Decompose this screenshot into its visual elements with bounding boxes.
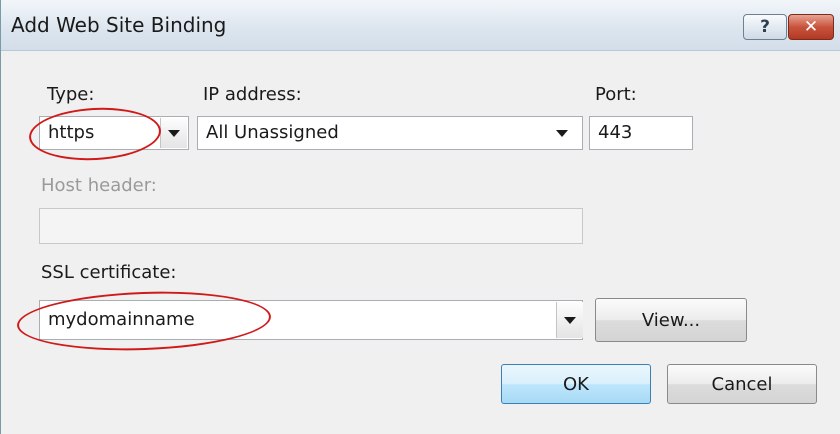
ssl-certificate-select[interactable]: mydomainname (39, 300, 583, 340)
port-label: Port: (595, 84, 637, 105)
port-value: 443 (598, 122, 633, 143)
chevron-down-icon (168, 130, 180, 137)
ip-address-value: All Unassigned (206, 122, 339, 143)
type-value: https (48, 122, 95, 143)
ok-button[interactable]: OK (501, 364, 651, 404)
host-header-input (39, 208, 583, 244)
host-header-label: Host header: (41, 175, 157, 196)
port-input[interactable]: 443 (589, 116, 693, 150)
ssl-certificate-value: mydomainname (48, 309, 195, 330)
ssl-dropdown-button[interactable] (556, 302, 583, 338)
ip-address-label: IP address: (203, 84, 302, 105)
type-select[interactable]: https (39, 116, 189, 150)
help-icon: ? (760, 17, 770, 37)
view-certificate-button[interactable]: View... (595, 298, 747, 342)
ip-address-select[interactable]: All Unassigned (197, 116, 583, 150)
close-icon: ✕ (803, 17, 819, 37)
type-label: Type: (47, 84, 95, 105)
cancel-button[interactable]: Cancel (667, 364, 817, 404)
chevron-down-icon (556, 130, 568, 137)
type-dropdown-button[interactable] (160, 118, 187, 148)
help-button[interactable]: ? (743, 14, 787, 40)
dialog-title: Add Web Site Binding (11, 13, 227, 37)
title-bar: Add Web Site Binding ? ✕ (1, 0, 840, 51)
chevron-down-icon (564, 317, 576, 324)
ssl-certificate-label: SSL certificate: (41, 262, 177, 283)
add-binding-dialog: Add Web Site Binding ? ✕ Type: https IP … (0, 0, 840, 434)
close-button[interactable]: ✕ (788, 14, 834, 40)
